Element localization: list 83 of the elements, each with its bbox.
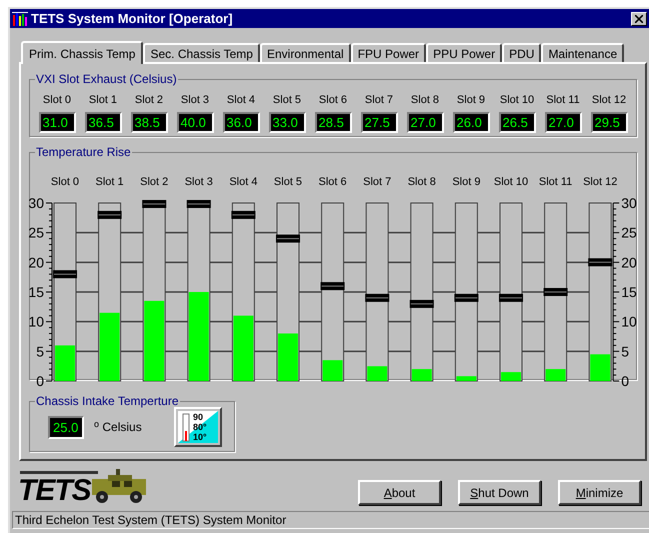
tab[interactable]: Sec. Chassis Temp	[143, 43, 260, 62]
slot-label: Slot 11	[538, 176, 572, 188]
temperature-display: 36.5	[84, 112, 122, 132]
temperature-display: 36.0	[222, 112, 260, 132]
slot-label: Slot 2	[134, 93, 164, 108]
push-button[interactable]: Shut Down	[458, 480, 541, 505]
slot-label: Slot 9	[452, 176, 480, 188]
slot-label: Slot 9	[456, 93, 486, 108]
slot-label: Slot 0	[50, 176, 80, 188]
slot-label: Slot 3	[180, 93, 210, 108]
slot-label: Slot 5	[272, 93, 302, 108]
slider-thumb[interactable]	[142, 200, 166, 208]
scale-label: 5	[36, 343, 44, 360]
slot-label: Slot 5	[274, 176, 302, 188]
slider-thumb[interactable]	[544, 288, 568, 296]
group-title: Chassis Intake Temperture	[35, 393, 180, 410]
temperature-display: 38.5	[130, 112, 168, 132]
group-title: Temperature Rise	[35, 144, 132, 161]
logo-text: TETS	[18, 476, 91, 506]
tab[interactable]: PDU	[502, 43, 542, 62]
tab[interactable]: PPU Power	[426, 43, 502, 62]
scale-label: 10	[29, 314, 44, 330]
slider-thumb[interactable]	[320, 282, 345, 290]
temperature-display: 33.0	[268, 112, 306, 132]
slot-label: Slot 11	[546, 93, 580, 108]
close-button[interactable]	[631, 12, 647, 26]
slot-label: Slot 1	[88, 93, 118, 108]
slot-label: Slot 10	[500, 93, 534, 108]
slot-label: Slot 1	[96, 176, 124, 188]
slot-label: Slot 7	[364, 93, 394, 108]
slot-label: Slot 7	[363, 176, 392, 188]
temperature-display: 29.5	[590, 112, 628, 132]
close-icon	[635, 14, 643, 22]
slot-label: Slot 8	[410, 93, 440, 108]
slot-label: Slot 6	[318, 176, 347, 188]
temperature-display: 25.0	[48, 416, 84, 438]
slot-label: Slot 4	[226, 93, 256, 108]
scale-label: 10	[621, 314, 637, 330]
scale-label: 15	[621, 284, 637, 300]
slider-thumb[interactable]	[53, 270, 77, 278]
status-bar: Third Echelon Test System (TETS) System Monitor	[12, 511, 649, 529]
scale-label: 10°	[193, 432, 207, 442]
tab[interactable]: Maintenance	[541, 43, 624, 62]
temperature-display: 40.0	[176, 112, 214, 132]
scale-label: 5	[621, 343, 629, 360]
scale-label: 15	[29, 284, 44, 300]
temperature-display: 26.0	[452, 112, 490, 132]
slot-label: Slot 8	[408, 176, 436, 188]
scale-label: 30	[29, 195, 44, 211]
tab[interactable]: Environmental	[260, 43, 351, 62]
tab[interactable]: Prim. Chassis Temp	[21, 41, 144, 64]
slot-label: Slot 6	[318, 93, 348, 108]
temperature-display: 27.0	[544, 112, 582, 132]
scale-label: 30	[621, 195, 637, 211]
temperature-display: 27.0	[406, 112, 444, 132]
slider-thumb[interactable]	[186, 200, 211, 208]
slot-label: Slot 2	[140, 176, 168, 188]
temperature-display: 28.5	[314, 112, 352, 132]
scale-label: 0	[621, 373, 629, 389]
slot-label: Slot 10	[494, 176, 528, 188]
temperature-display: 31.0	[38, 112, 76, 132]
temperature-display: 26.5	[498, 112, 536, 132]
scale-label: 25	[621, 224, 637, 241]
slot-label: Slot 0	[42, 93, 72, 108]
slot-label: Slot 3	[184, 176, 213, 188]
slot-label: Slot 4	[229, 176, 258, 188]
scale-label: 90	[193, 412, 204, 422]
slider-thumb[interactable]	[276, 234, 300, 243]
push-button[interactable]: About	[358, 480, 441, 505]
slot-label: Slot 12	[592, 93, 626, 108]
unit-label: $^{o}$ Celsius	[94, 418, 143, 436]
scale-label: 0	[36, 373, 44, 389]
slot-label: Slot 12	[583, 176, 618, 188]
group-title: VXI Slot Exhaust (Celsius)	[35, 71, 178, 88]
push-button[interactable]: Minimize	[558, 480, 641, 505]
window-title: TETS System Monitor [Operator]	[31, 12, 233, 25]
tab[interactable]: FPU Power	[350, 43, 426, 62]
scale-label: 25	[29, 224, 44, 241]
temperature-display: 27.5	[360, 112, 398, 132]
app-icon	[12, 10, 28, 26]
scale-label: 20	[29, 254, 44, 270]
vehicle-drawing	[90, 469, 148, 505]
scale-label: 20	[621, 254, 637, 270]
